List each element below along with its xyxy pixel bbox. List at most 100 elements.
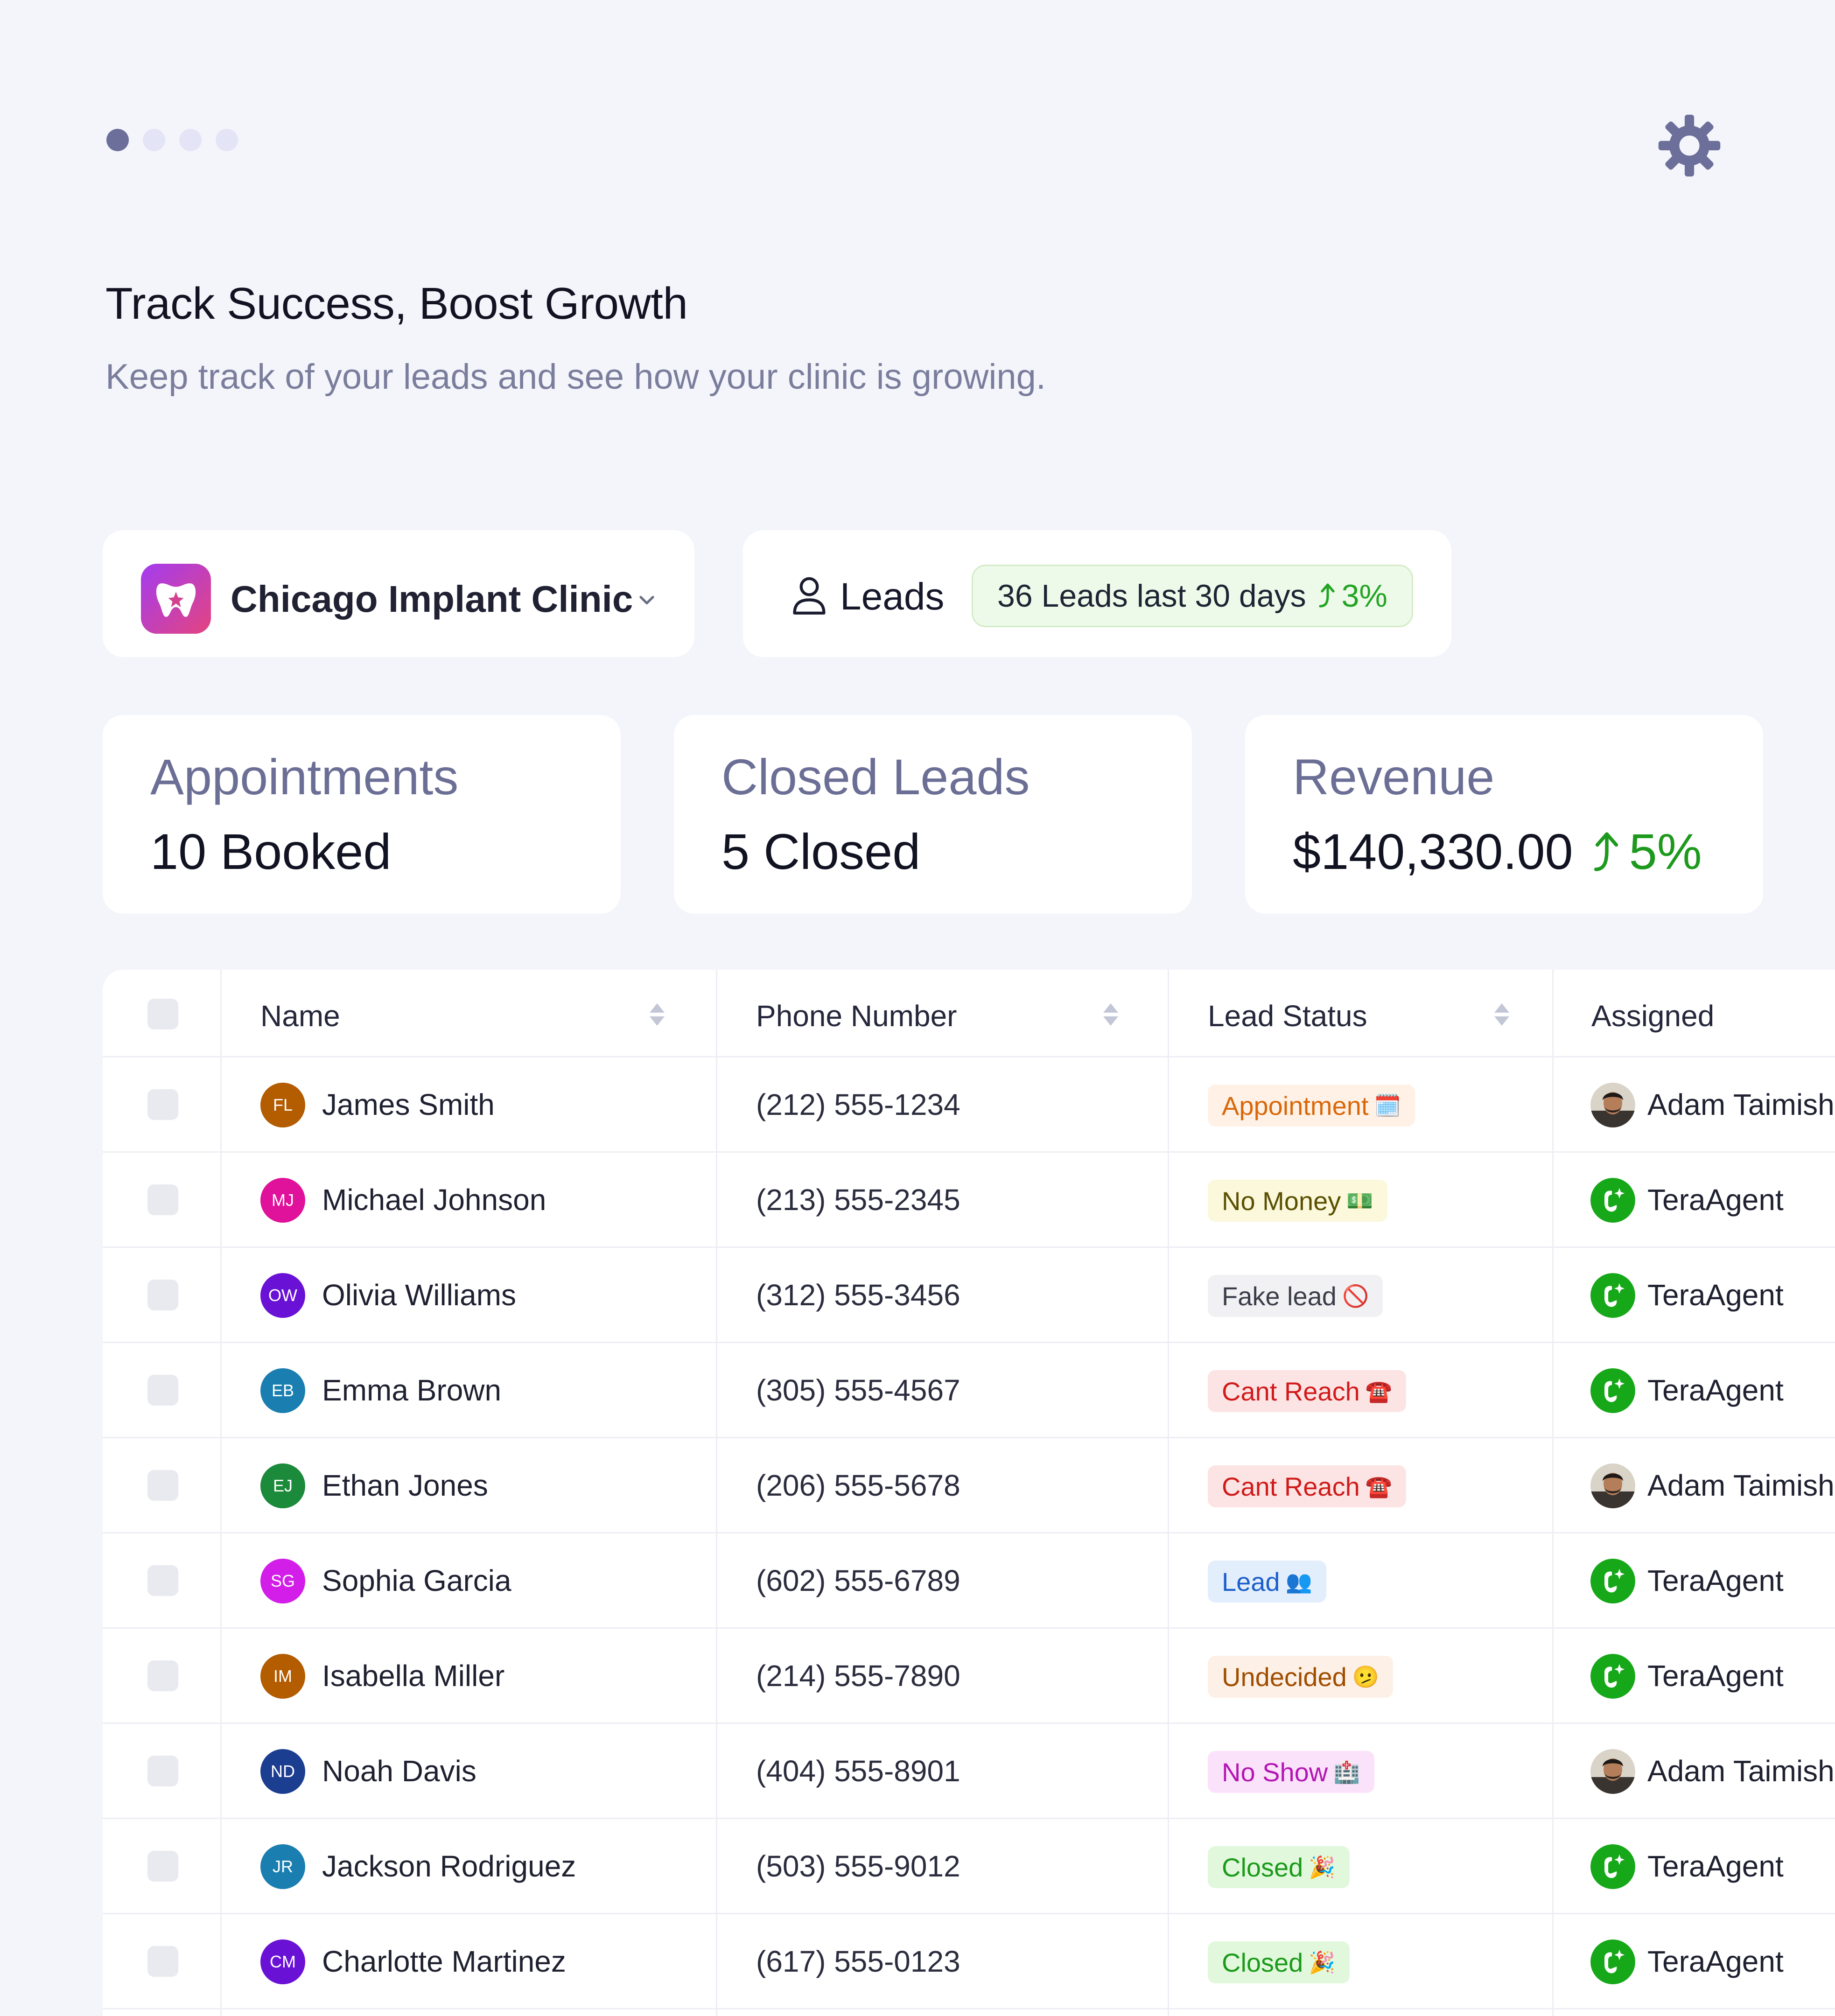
phone-number: (617) 555-0123 (756, 1945, 960, 1978)
status-badge[interactable]: Closed 🎉 (1208, 1941, 1350, 1983)
status-badge[interactable]: Cant Reach ☎️ (1208, 1465, 1407, 1507)
leads-summary: Leads 36 Leads last 30 days 3% (743, 530, 1451, 657)
assignee-name: TeraAgent (1647, 1183, 1784, 1217)
pager-dot[interactable] (179, 129, 202, 151)
status-badge[interactable]: Closed 🎉 (1208, 1846, 1350, 1888)
clinic-logo (141, 564, 211, 634)
row-checkbox[interactable] (147, 1184, 178, 1215)
row-checkbox[interactable] (147, 1851, 178, 1882)
row-checkbox[interactable] (147, 1089, 178, 1120)
row-checkbox[interactable] (147, 1946, 178, 1977)
sort-icon[interactable] (1101, 1001, 1120, 1028)
row-checkbox[interactable] (147, 1756, 178, 1786)
table-row[interactable]: IM Isabella Miller (214) 555-7890 Undecided… (103, 1629, 1835, 1724)
row-checkbox[interactable] (147, 1375, 178, 1406)
lead-name: Emma Brown (322, 1373, 502, 1407)
phone-number: (206) 555-5678 (756, 1469, 960, 1502)
stat-label: Closed Leads (721, 749, 1030, 805)
status-label: Closed (1222, 1947, 1303, 1977)
stat-value: $140,330.00 5% (1293, 822, 1702, 881)
trend-up-icon (1318, 583, 1335, 608)
status-badge[interactable]: No Money 💵 (1208, 1180, 1387, 1222)
avatar: MJ (260, 1178, 305, 1223)
stat-appointments: Appointments 10 Booked (103, 715, 621, 914)
column-header-status[interactable]: Lead Status (1208, 999, 1367, 1033)
lead-name: Michael Johnson (322, 1183, 546, 1217)
status-label: Undecided (1222, 1662, 1347, 1692)
pager-dot[interactable] (216, 129, 238, 151)
select-all-checkbox[interactable] (147, 999, 178, 1029)
clinic-selector[interactable]: Chicago Implant Clinic (103, 530, 694, 657)
table-row[interactable]: SG Sophia Garcia (602) 555-6789 Lead 👥 TeraAg… (103, 1533, 1835, 1629)
status-badge[interactable]: Lead 👥 (1208, 1561, 1326, 1603)
leads-label: Leads (840, 575, 945, 618)
pager-dot[interactable] (143, 129, 165, 151)
table-row[interactable]: EJ Ethan Jones (206) 555-5678 Cant Reach ☎️ A… (103, 1438, 1835, 1533)
phone-number: (404) 555-8901 (756, 1754, 960, 1788)
table-row[interactable]: CM Charlotte Martinez (617) 555-0123 Closed… (103, 1914, 1835, 2009)
sort-icon[interactable] (1492, 1001, 1511, 1028)
chevron-down-icon[interactable] (635, 588, 659, 612)
status-emoji-icon: 💵 (1346, 1188, 1373, 1213)
status-badge[interactable]: Cant Reach ☎️ (1208, 1370, 1407, 1412)
status-badge[interactable]: Undecided 🫤 (1208, 1656, 1394, 1698)
sort-icon[interactable] (648, 1001, 666, 1028)
table-row[interactable]: FL James Smith (212) 555-1234 Appointment 🗓️… (103, 1057, 1835, 1153)
row-checkbox[interactable] (147, 1660, 178, 1691)
agent-icon (1590, 1939, 1635, 1984)
avatar: CM (260, 1939, 305, 1984)
revenue-change: 5% (1592, 822, 1702, 881)
table-row[interactable]: ND Noah Davis (404) 555-8901 No Show 🏥 Adam T… (103, 1724, 1835, 1819)
status-badge[interactable]: Appointment 🗓️ (1208, 1085, 1415, 1127)
agent-icon (1590, 1654, 1635, 1699)
pager-dot-active[interactable] (106, 129, 129, 151)
assignee-name: Adam Taimish (1647, 1469, 1835, 1502)
avatar: JR (260, 1844, 305, 1889)
page-title: Track Success, Boost Growth (105, 279, 688, 329)
assignee-name: TeraAgent (1647, 1564, 1784, 1597)
lead-name: Sophia Garcia (322, 1564, 511, 1597)
table-row[interactable]: EB Emma Brown (305) 555-4567 Cant Reach ☎️ Te… (103, 1343, 1835, 1438)
assignee-name: Adam Taimish (1647, 1088, 1835, 1121)
status-label: Closed (1222, 1852, 1303, 1882)
status-label: Appointment (1222, 1091, 1369, 1120)
leads-table: Name Phone Number Lead Status Assigned F… (103, 970, 1835, 2016)
table-row[interactable]: JR Jackson Rodriguez (503) 555-9012 Closed 🎉… (103, 1819, 1835, 1914)
agent-icon (1590, 1368, 1635, 1413)
column-header-phone[interactable]: Phone Number (756, 999, 957, 1033)
status-badge[interactable]: No Show 🏥 (1208, 1751, 1374, 1793)
agent-icon (1590, 1178, 1635, 1223)
stat-value: 10 Booked (150, 822, 391, 881)
trend-up-icon (1594, 832, 1618, 871)
status-label: No Show (1222, 1757, 1328, 1787)
status-emoji-icon: 👥 (1285, 1569, 1312, 1594)
phone-number: (602) 555-6789 (756, 1564, 960, 1597)
tooth-icon (156, 583, 196, 617)
person-avatar (1590, 1463, 1635, 1508)
column-header-assigned[interactable]: Assigned (1591, 999, 1714, 1033)
stat-label: Appointments (150, 749, 459, 805)
stat-value: 5 Closed (721, 822, 920, 881)
agent-icon (1590, 1273, 1635, 1318)
status-badge[interactable]: Fake lead 🚫 (1208, 1275, 1383, 1317)
lead-name: Olivia Williams (322, 1278, 516, 1312)
row-checkbox[interactable] (147, 1470, 178, 1501)
status-emoji-icon: ☎️ (1365, 1474, 1393, 1498)
row-checkbox[interactable] (147, 1280, 178, 1310)
status-emoji-icon: ☎️ (1365, 1379, 1393, 1403)
row-checkbox[interactable] (147, 1565, 178, 1596)
page-subtitle: Keep track of your leads and see how you… (105, 357, 1046, 397)
gear-icon[interactable] (1656, 112, 1723, 179)
clinic-name: Chicago Implant Clinic (231, 578, 633, 620)
leads-change-value: 3% (1341, 578, 1387, 614)
avatar: ND (260, 1749, 305, 1794)
assignee-name: TeraAgent (1647, 1849, 1784, 1883)
column-header-name[interactable]: Name (260, 999, 340, 1033)
avatar: SG (260, 1559, 305, 1603)
lead-name: James Smith (322, 1088, 495, 1121)
phone-number: (212) 555-1234 (756, 1088, 960, 1121)
status-label: Lead (1222, 1567, 1280, 1596)
table-row[interactable]: OW Olivia Williams (312) 555-3456 Fake lead… (103, 1248, 1835, 1343)
stat-value-text: 5 Closed (721, 823, 921, 880)
table-row[interactable]: MJ Michael Johnson (213) 555-2345 No Money 💵… (103, 1153, 1835, 1248)
